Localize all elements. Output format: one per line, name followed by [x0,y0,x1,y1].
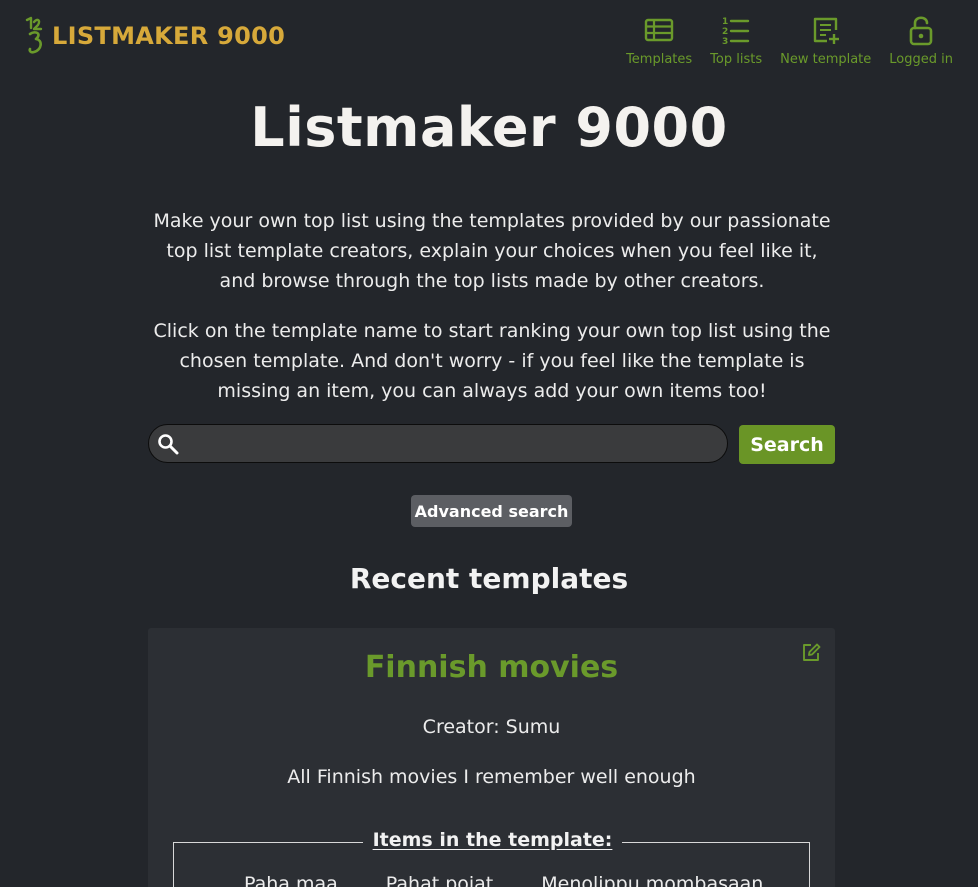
svg-text:3: 3 [722,37,728,46]
nav-top-lists[interactable]: 1 2 3 Top lists [701,14,771,67]
intro-instructions: Click on the template name to start rank… [153,320,831,402]
list-item: Paha maa [244,873,338,887]
nav-logged-in[interactable]: Logged in [880,14,962,67]
template-creator: Creator: Sumu [422,716,561,738]
nav-menu: Templates 1 2 3 Top lists New template L… [617,14,962,67]
search-bar [148,424,728,463]
logo-icon [25,16,43,54]
nav-label: New template [780,52,872,67]
unlocked-padlock-icon [909,16,933,46]
search-button[interactable]: Search [739,425,835,464]
svg-text:1: 1 [722,17,728,27]
numbered-list-icon: 1 2 3 [722,17,750,46]
nav-label: Logged in [889,52,953,67]
template-description: All Finnish movies I remember well enoug… [287,766,696,788]
search-input[interactable] [189,425,719,462]
items-legend: Items in the template: [174,829,811,851]
nav-templates[interactable]: Templates [617,14,701,67]
advanced-search-button[interactable]: Advanced search [411,495,572,527]
list-item: Menolippu mombasaan [541,873,764,887]
svg-text:2: 2 [722,27,728,37]
brand-name: LISTMAKER 9000 [52,22,286,50]
template-items-list: Paha maa Pahat pojat Menolippu mombasaan [244,873,763,887]
template-title-link[interactable]: Finnish movies [148,650,835,685]
nav-label: Top lists [710,52,763,67]
table-list-icon [644,18,674,42]
template-card: Finnish movies Creator: Sumu All Finnish… [148,628,835,887]
nav-new-template[interactable]: New template [771,14,880,67]
intro-paragraph: Make your own top list using the templat… [153,210,831,292]
navbar: LISTMAKER 9000 Templates 1 2 3 Top lists… [0,0,978,80]
page: LISTMAKER 9000 Templates 1 2 3 Top lists… [0,0,978,887]
list-item: Pahat pojat [385,873,494,887]
recent-templates-heading: Recent templates [349,562,629,595]
page-title: Listmaker 9000 [250,96,728,159]
brand-link[interactable]: LISTMAKER 9000 [24,16,285,56]
items-legend-text: Items in the template: [362,829,623,851]
nav-label: Templates [626,52,693,67]
search-icon [158,434,179,455]
template-items-box: Items in the template: Paha maa Pahat po… [173,829,810,887]
add-template-icon [813,17,839,44]
